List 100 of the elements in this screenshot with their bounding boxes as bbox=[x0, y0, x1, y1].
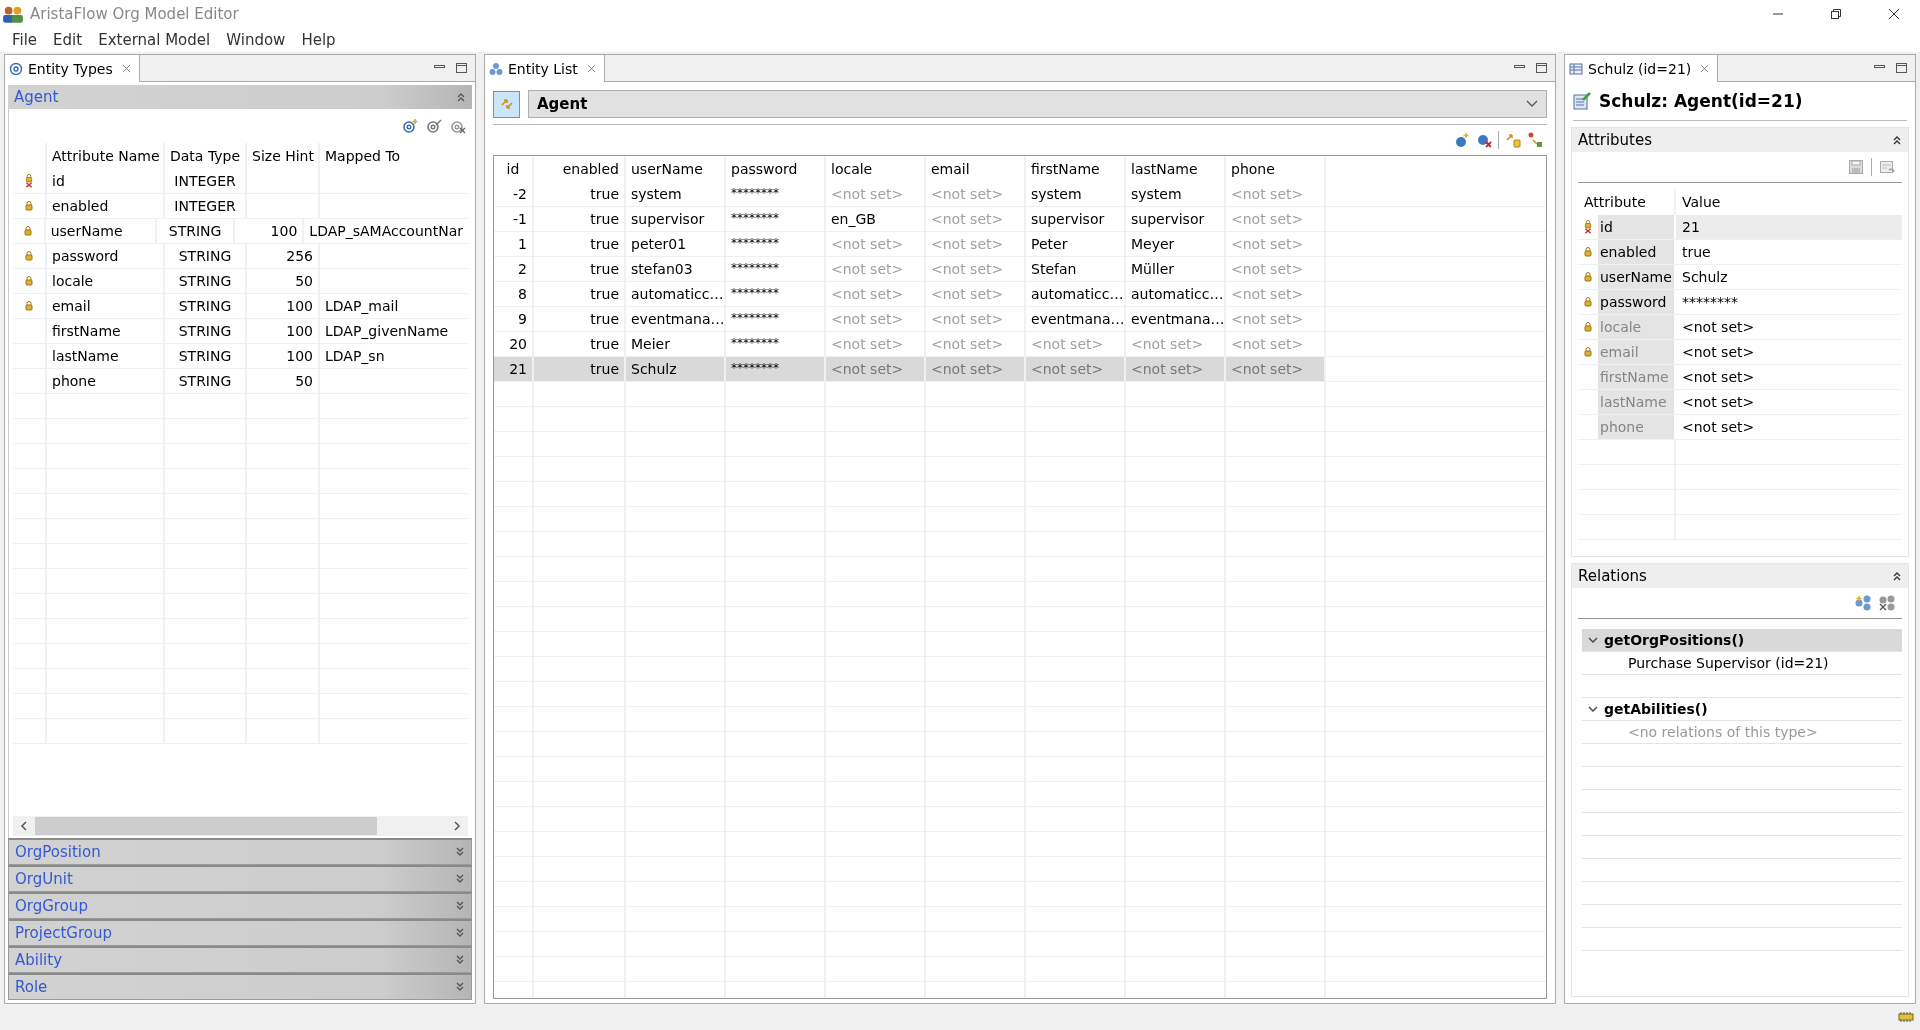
column-header[interactable]: password bbox=[726, 156, 826, 182]
menu-item[interactable]: Edit bbox=[45, 31, 91, 49]
caret-icon bbox=[1588, 635, 1598, 645]
chevron-icon bbox=[455, 846, 465, 858]
table-cell: Schulz bbox=[626, 357, 726, 381]
attribute-name: locale bbox=[1598, 315, 1676, 339]
relation-group[interactable]: getAbilities() bbox=[1582, 698, 1902, 721]
table-row[interactable]: 21 true Schulz ******** <not set> <not set> <not set> <not set> <not set> bbox=[494, 357, 1546, 382]
column-header[interactable]: Mapped To bbox=[320, 143, 468, 169]
delete-attribute-icon[interactable] bbox=[450, 118, 466, 134]
menu-item[interactable]: Help bbox=[293, 31, 344, 49]
section-header[interactable]: OrgUnit bbox=[8, 865, 472, 892]
table-row[interactable]: -1 true supervisor ******** en_GB <not set> supervisor supervisor <not set> bbox=[494, 207, 1546, 232]
chevron-icon bbox=[455, 873, 465, 885]
attribute-name: phone bbox=[1598, 415, 1676, 439]
table-cell: ******** bbox=[726, 182, 826, 206]
attribute-row[interactable]: phone <not set> bbox=[1578, 415, 1902, 440]
table-row[interactable]: 9 true eventmana… ******** <not set> <not set> eventmana… eventmana… <not set> bbox=[494, 307, 1546, 332]
column-header[interactable]: phone bbox=[1226, 156, 1326, 182]
column-header[interactable]: firstName bbox=[1026, 156, 1126, 182]
attribute-row[interactable]: email <not set> bbox=[1578, 340, 1902, 365]
restore-icon[interactable] bbox=[1830, 8, 1842, 20]
table-cell: <not set> bbox=[926, 282, 1026, 306]
scrollbar-thumb[interactable] bbox=[35, 817, 377, 835]
table-cell: userName bbox=[45, 219, 158, 243]
lock-key-icon bbox=[24, 174, 34, 188]
column-header[interactable]: Value bbox=[1676, 189, 1902, 215]
app-icon bbox=[2, 5, 24, 23]
edit-attribute-icon[interactable] bbox=[426, 118, 442, 134]
scroll-left-icon[interactable] bbox=[20, 820, 28, 832]
menu-item[interactable]: External Model bbox=[90, 31, 219, 49]
column-header[interactable]: id bbox=[494, 156, 534, 182]
window-title: AristaFlow Org Model Editor bbox=[30, 5, 239, 23]
section-header[interactable]: Role bbox=[8, 973, 472, 1000]
attribute-name: email bbox=[1598, 340, 1676, 364]
attribute-row[interactable]: lastName <not set> bbox=[1578, 390, 1902, 415]
table-cell: <not set> bbox=[926, 257, 1026, 281]
panel-tab[interactable]: Entity Types bbox=[5, 55, 140, 82]
table-cell: -2 bbox=[494, 182, 534, 206]
table-cell: lastName bbox=[47, 344, 165, 368]
section-header[interactable]: OrgPosition bbox=[8, 838, 472, 865]
table-cell: LDAP_sn bbox=[325, 348, 385, 364]
maximize-icon[interactable] bbox=[1535, 62, 1549, 74]
section-header[interactable]: Ability bbox=[8, 946, 472, 973]
table-cell: <not set> bbox=[826, 357, 926, 381]
column-header[interactable]: userName bbox=[626, 156, 726, 182]
maximize-icon[interactable] bbox=[455, 62, 469, 74]
table-cell: STRING bbox=[165, 269, 247, 293]
scroll-right-icon[interactable] bbox=[453, 820, 461, 832]
add-relation-icon[interactable] bbox=[1854, 595, 1872, 611]
column-header[interactable]: lastName bbox=[1126, 156, 1226, 182]
column-header[interactable]: Attribute Name bbox=[47, 143, 165, 169]
section-header[interactable]: Attributes bbox=[1572, 128, 1908, 152]
column-header[interactable]: Data Type bbox=[165, 143, 247, 169]
table-cell: INTEGER bbox=[165, 169, 247, 193]
lock-icon bbox=[1583, 270, 1593, 284]
column-header[interactable]: Size Hint bbox=[247, 143, 320, 169]
attribute-value: true bbox=[1681, 243, 1712, 262]
lock-icon bbox=[24, 199, 34, 213]
add-attribute-icon[interactable] bbox=[402, 118, 418, 134]
attribute-value: <not set> bbox=[1681, 343, 1756, 362]
table-row[interactable]: 1 true peter01 ******** <not set> <not set> Peter Meyer <not set> bbox=[494, 232, 1546, 257]
table-row[interactable]: 8 true automaticc… ******** <not set> <not set> automaticc… automaticc… <not set> bbox=[494, 282, 1546, 307]
section-header[interactable]: Agent bbox=[8, 85, 472, 109]
column-header[interactable]: enabled bbox=[534, 156, 626, 182]
table-cell: true bbox=[534, 232, 626, 256]
section-header[interactable]: Relations bbox=[1572, 564, 1908, 588]
table-cell: ******** bbox=[726, 282, 826, 306]
attribute-row[interactable]: enabled true bbox=[1578, 240, 1902, 265]
relation-group[interactable]: getOrgPositions() bbox=[1582, 629, 1902, 652]
attribute-row[interactable]: password ******** bbox=[1578, 290, 1902, 315]
table-cell: <not set> bbox=[926, 307, 1026, 331]
maximize-icon[interactable] bbox=[1895, 62, 1909, 74]
tab-label: Entity Types bbox=[28, 60, 113, 77]
relation-item[interactable]: Purchase Supervisor (id=21) bbox=[1628, 655, 1829, 671]
panel-tab[interactable]: Schulz (id=21) bbox=[1565, 55, 1719, 82]
person-link-icon[interactable] bbox=[1527, 132, 1543, 148]
panel-tab[interactable]: Entity List bbox=[485, 55, 605, 82]
attribute-row[interactable]: locale <not set> bbox=[1578, 315, 1902, 340]
link-icon[interactable] bbox=[1505, 132, 1521, 148]
sync-button[interactable] bbox=[493, 90, 520, 118]
table-cell: eventmana… bbox=[1126, 307, 1226, 331]
attribute-row[interactable]: userName Schulz bbox=[1578, 265, 1902, 290]
attribute-value: <not set> bbox=[1681, 318, 1756, 337]
table-cell: email bbox=[47, 294, 165, 318]
section-header[interactable]: OrgGroup bbox=[8, 892, 472, 919]
section-header[interactable]: ProjectGroup bbox=[8, 919, 472, 946]
column-header[interactable]: email bbox=[926, 156, 1026, 182]
attribute-row[interactable]: id 21 bbox=[1578, 215, 1902, 240]
table-row[interactable]: 2 true stefan03 ******** <not set> <not set> Stefan Müller <not set> bbox=[494, 257, 1546, 282]
close-icon[interactable] bbox=[1888, 8, 1900, 20]
menu-item[interactable]: File bbox=[4, 31, 46, 49]
remove-relation-icon[interactable] bbox=[1878, 595, 1896, 611]
menu-item[interactable]: Window bbox=[218, 31, 294, 49]
entity-type-dropdown[interactable]: Agent bbox=[528, 90, 1547, 118]
add-entity-icon[interactable] bbox=[1454, 132, 1470, 148]
column-header[interactable]: locale bbox=[826, 156, 926, 182]
delete-entity-icon[interactable] bbox=[1476, 132, 1492, 148]
table-row[interactable]: -2 true system ******** <not set> <not set> system system <not set> bbox=[494, 182, 1546, 207]
attribute-row[interactable]: firstName <not set> bbox=[1578, 365, 1902, 390]
